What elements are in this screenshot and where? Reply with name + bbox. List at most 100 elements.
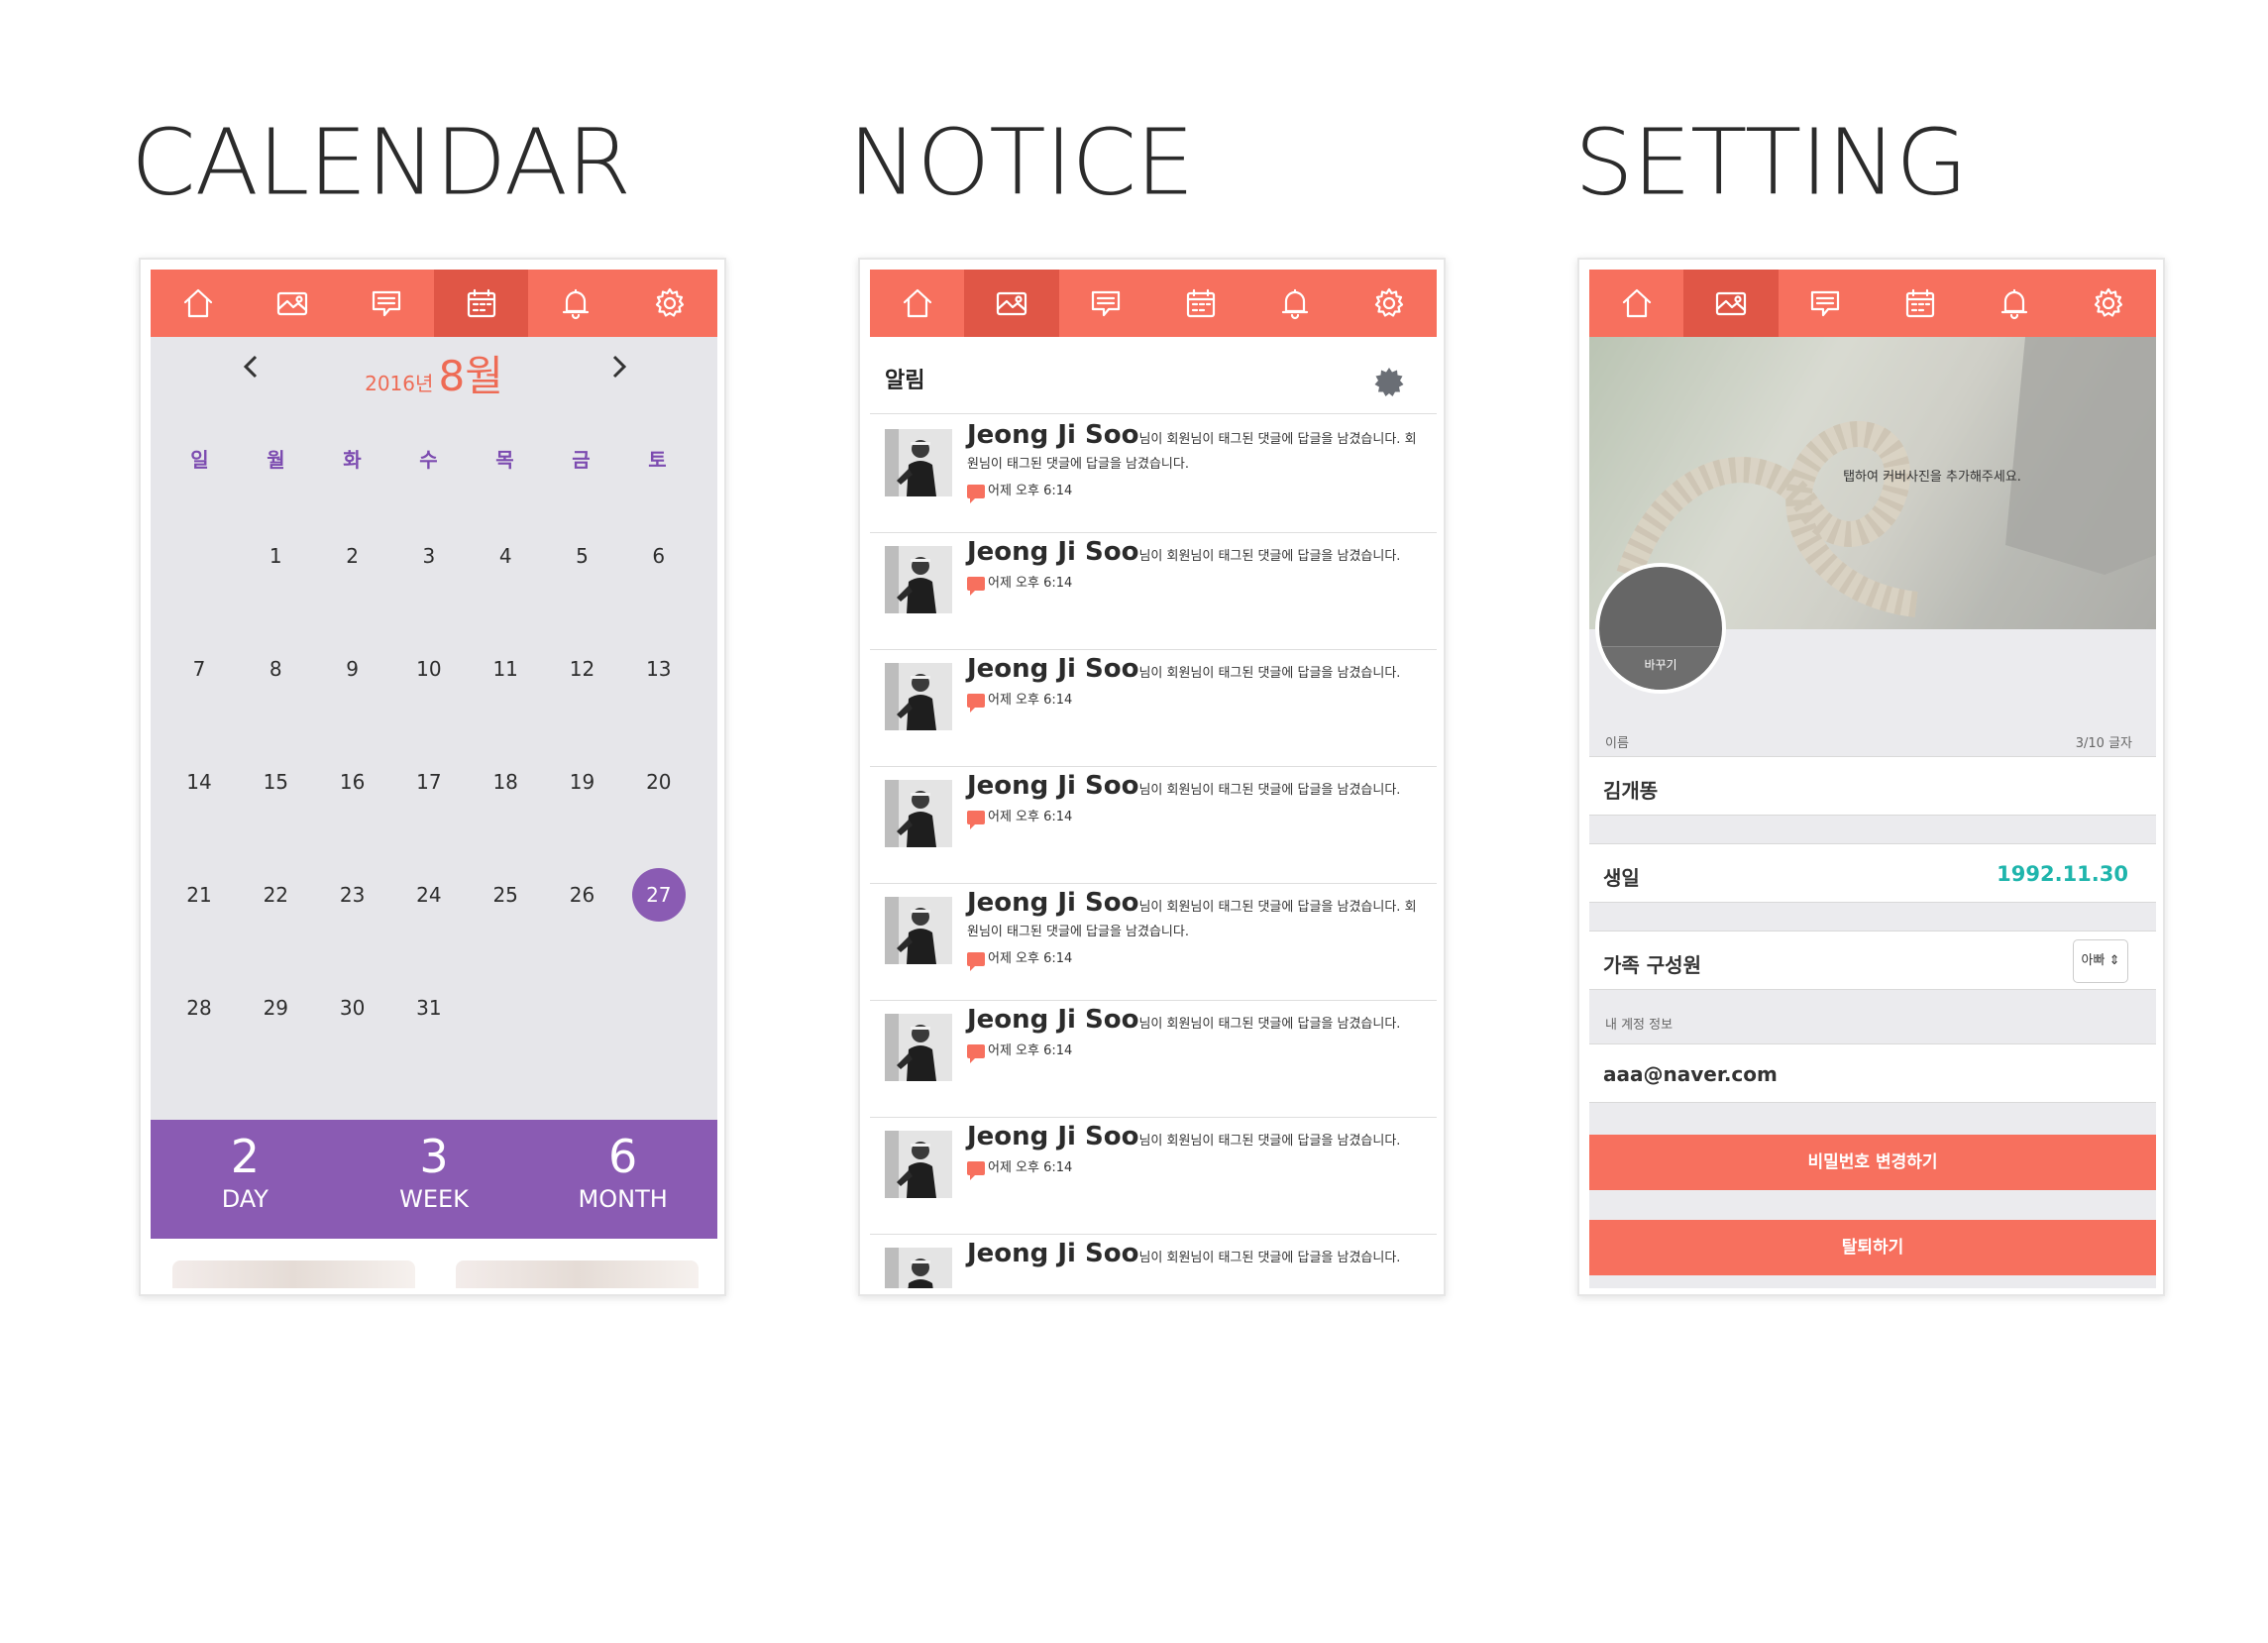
bell-icon [1997, 285, 2032, 321]
change-password-button[interactable]: 비밀번호 변경하기 [1589, 1135, 2156, 1190]
chat-icon [1807, 285, 1843, 321]
schedule-stats: 2 DAY 3 WEEK 6 MONTH [151, 1120, 717, 1239]
nav-album[interactable] [1683, 270, 1779, 337]
notice-item[interactable]: Jeong Ji Soo님이 회원님이 태그된 댓글에 답글을 남겼습니다. 회… [870, 416, 1437, 533]
birthday-row[interactable]: 생일 1992.11.30 [1589, 843, 2156, 903]
day-cell[interactable]: 28 [169, 978, 229, 1038]
notice-message: 님이 회원님이 태그된 댓글에 답글을 남겼습니다. [1138, 783, 1401, 798]
notice-time: 어제 오후 6:14 [988, 484, 1073, 498]
notice-item[interactable]: Jeong Ji Soo님이 회원님이 태그된 댓글에 답글을 남겼습니다. [870, 1235, 1437, 1288]
notice-title: 알림 [885, 369, 925, 393]
nav-calendar[interactable] [1153, 270, 1247, 337]
day-cell[interactable]: 13 [629, 639, 689, 699]
notice-text: Jeong Ji Soo님이 회원님이 태그된 댓글에 답글을 남겼습니다. [967, 1241, 1423, 1269]
notice-item[interactable]: Jeong Ji Soo님이 회원님이 태그된 댓글에 답글을 남겼습니다. 회… [870, 884, 1437, 1001]
family-select[interactable]: 아빠 ⇕ [2073, 939, 2128, 983]
day-cell[interactable]: 20 [629, 752, 689, 812]
day-cell[interactable]: 1 [246, 526, 305, 586]
notice-item[interactable]: Jeong Ji Soo님이 회원님이 태그된 댓글에 답글을 남겼습니다. 어제… [870, 1118, 1437, 1235]
stat-week[interactable]: 3 WEEK [340, 1120, 529, 1239]
email-field[interactable]: aaa@naver.com [1589, 1043, 2156, 1103]
nav-setting[interactable] [2062, 270, 2156, 337]
comment-icon [967, 576, 985, 596]
withdraw-button[interactable]: 탈퇴하기 [1589, 1220, 2156, 1275]
nav-album[interactable] [245, 270, 339, 337]
day-cell[interactable]: 5 [553, 526, 612, 586]
day-cell[interactable]: 30 [323, 978, 382, 1038]
gear-icon [1374, 368, 1404, 396]
nav-home[interactable] [151, 270, 245, 337]
notice-time-row: 어제 오후 6:14 [967, 806, 1423, 829]
day-cell[interactable]: 2 [323, 526, 382, 586]
name-field[interactable]: 김개똥 [1589, 756, 2156, 816]
day-cell[interactable]: 23 [323, 865, 382, 925]
day-cell[interactable]: 10 [399, 639, 459, 699]
nav-calendar[interactable] [433, 270, 529, 337]
day-cell[interactable]: 8 [246, 639, 305, 699]
notice-time-row: 어제 오후 6:14 [967, 947, 1423, 971]
notice-item[interactable]: Jeong Ji Soo님이 회원님이 태그된 댓글에 답글을 남겼습니다. 어제… [870, 1001, 1437, 1118]
day-cell-today[interactable]: 27 [631, 868, 686, 922]
nav-setting[interactable] [623, 270, 717, 337]
notice-settings-button[interactable] [1371, 365, 1407, 400]
nav-chat[interactable] [340, 270, 434, 337]
nav-album[interactable] [964, 270, 1059, 337]
notice-item[interactable]: Jeong Ji Soo님이 회원님이 태그된 댓글에 답글을 남겼습니다. 어제… [870, 767, 1437, 884]
weekday-label: 월 [267, 448, 285, 472]
stat-day[interactable]: 2 DAY [151, 1120, 340, 1239]
stat-month[interactable]: 6 MONTH [528, 1120, 717, 1239]
notice-message: 님이 회원님이 태그된 댓글에 답글을 남겼습니다. [1138, 666, 1401, 681]
gear-icon [2091, 285, 2126, 321]
year-text: 2016년 [365, 372, 434, 395]
day-cell[interactable]: 26 [553, 865, 612, 925]
nav-notice[interactable] [1247, 270, 1342, 337]
nav-home[interactable] [1589, 270, 1683, 337]
weekday-label: 금 [572, 448, 591, 472]
day-cell[interactable]: 15 [246, 752, 305, 812]
notice-author: Jeong Ji Soo [967, 1239, 1139, 1268]
day-cell[interactable]: 11 [476, 639, 535, 699]
day-cell[interactable]: 21 [169, 865, 229, 925]
next-month-button[interactable] [598, 347, 638, 386]
day-cell[interactable]: 14 [169, 752, 229, 812]
avatar[interactable]: 바꾸기 [1595, 563, 1726, 694]
day-cell[interactable]: 31 [399, 978, 459, 1038]
chat-icon [1088, 285, 1124, 321]
nav-home[interactable] [870, 270, 964, 337]
day-cell[interactable]: 3 [399, 526, 459, 586]
day-cell[interactable]: 18 [476, 752, 535, 812]
nav-bar [1589, 270, 2156, 337]
home-icon [180, 285, 216, 321]
nav-calendar[interactable] [1873, 270, 1967, 337]
notice-time-row: 어제 오후 6:14 [967, 480, 1423, 503]
setting-section-title: SETTING [1574, 110, 1968, 216]
profile-thumbnail [885, 780, 952, 847]
nav-setting[interactable] [1343, 270, 1437, 337]
setting-phone: 탭하여 커버사진을 추가해주세요. 이름 3/10 글자 김개똥 생일 1992… [1577, 258, 2165, 1296]
photo-card[interactable] [172, 1260, 415, 1288]
day-cell[interactable]: 9 [323, 639, 382, 699]
day-cell[interactable]: 25 [476, 865, 535, 925]
day-cell[interactable]: 22 [246, 865, 305, 925]
comment-icon [967, 810, 985, 829]
day-cell[interactable]: 17 [399, 752, 459, 812]
day-cell[interactable]: 4 [476, 526, 535, 586]
nav-notice[interactable] [1967, 270, 2061, 337]
photo-icon [994, 285, 1029, 321]
day-cell[interactable]: 19 [553, 752, 612, 812]
day-cell[interactable]: 12 [553, 639, 612, 699]
day-cell[interactable]: 24 [399, 865, 459, 925]
nav-chat[interactable] [1779, 270, 1873, 337]
photo-card[interactable] [456, 1260, 699, 1288]
day-cell[interactable]: 16 [323, 752, 382, 812]
day-cell[interactable]: 29 [246, 978, 305, 1038]
notice-item[interactable]: Jeong Ji Soo님이 회원님이 태그된 댓글에 답글을 남겼습니다. 어제… [870, 533, 1437, 650]
avatar-change-button[interactable]: 바꾸기 [1599, 646, 1722, 690]
nav-chat[interactable] [1059, 270, 1153, 337]
day-cell[interactable]: 7 [169, 639, 229, 699]
notice-text: Jeong Ji Soo님이 회원님이 태그된 댓글에 답글을 남겼습니다. 어제… [967, 539, 1423, 596]
home-icon [900, 285, 935, 321]
notice-item[interactable]: Jeong Ji Soo님이 회원님이 태그된 댓글에 답글을 남겼습니다. 어제… [870, 650, 1437, 767]
day-cell[interactable]: 6 [629, 526, 689, 586]
nav-notice[interactable] [528, 270, 622, 337]
